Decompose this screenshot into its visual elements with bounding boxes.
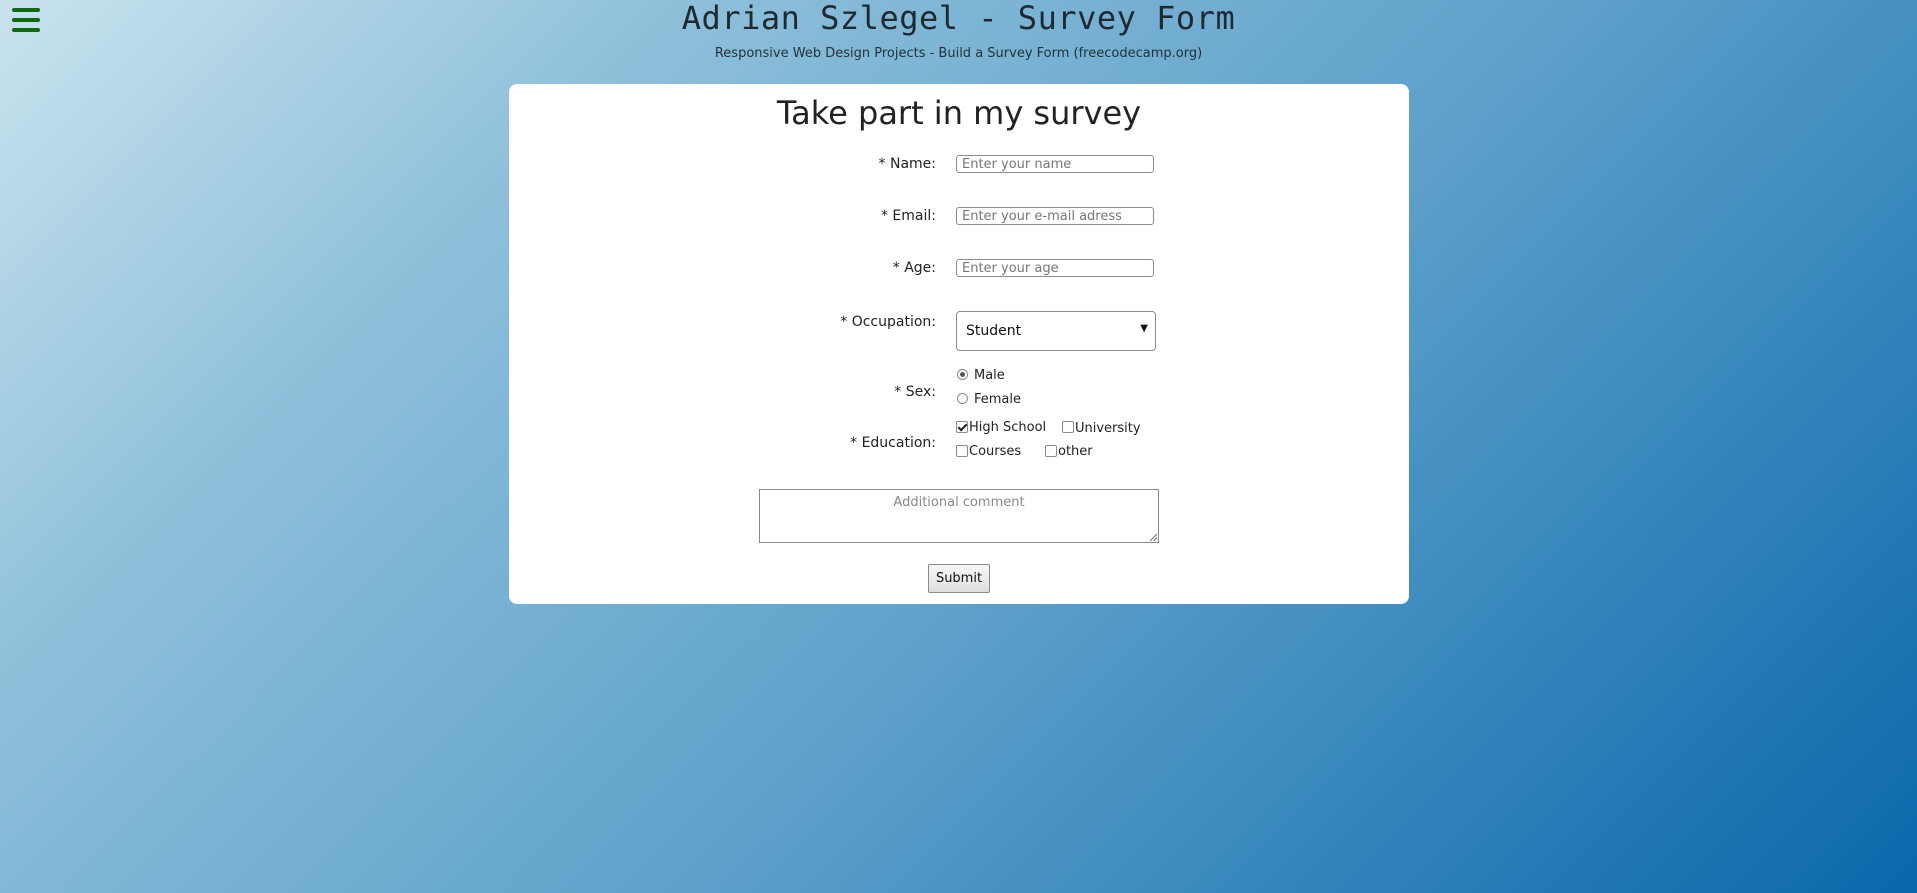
submit-button[interactable]: Submit bbox=[928, 564, 990, 593]
sex-male-label: Male bbox=[974, 368, 1005, 383]
sex-female-label: Female bbox=[974, 392, 1022, 407]
survey-card: Take part in my survey * Name: * Email: … bbox=[509, 84, 1409, 604]
education-high-school-checkbox[interactable] bbox=[956, 421, 968, 433]
education-other-checkbox[interactable] bbox=[1045, 445, 1057, 457]
age-input[interactable] bbox=[956, 259, 1154, 277]
comment-textarea[interactable] bbox=[759, 489, 1159, 543]
occupation-selected-value: Student bbox=[966, 323, 1022, 339]
resize-handle-icon[interactable] bbox=[1149, 533, 1157, 541]
education-label: * Education: bbox=[850, 435, 936, 451]
form-title: Take part in my survey bbox=[776, 94, 1142, 132]
education-courses-label: Courses bbox=[969, 444, 1022, 459]
sex-label: * Sex: bbox=[894, 384, 936, 400]
name-input[interactable] bbox=[956, 155, 1154, 173]
education-university-checkbox[interactable] bbox=[1062, 421, 1074, 433]
sex-male-radio[interactable] bbox=[957, 369, 968, 380]
page-title: Adrian Szlegel - Survey Form bbox=[681, 0, 1236, 37]
occupation-select[interactable]: Student ▼ bbox=[956, 311, 1156, 351]
sex-female-radio[interactable] bbox=[957, 393, 968, 404]
page-subtitle: Responsive Web Design Projects - Build a… bbox=[714, 46, 1203, 61]
education-high-school-label: High School bbox=[969, 420, 1047, 435]
education-courses-checkbox[interactable] bbox=[956, 445, 968, 457]
education-other-label: other bbox=[1058, 444, 1093, 459]
caret-down-icon: ▼ bbox=[1140, 323, 1148, 334]
age-label: * Age: bbox=[892, 260, 936, 276]
email-label: * Email: bbox=[880, 208, 936, 224]
email-input[interactable] bbox=[956, 207, 1154, 225]
name-label: * Name: bbox=[878, 156, 936, 172]
education-university-label: University bbox=[1075, 421, 1141, 436]
occupation-label: * Occupation: bbox=[840, 314, 936, 330]
